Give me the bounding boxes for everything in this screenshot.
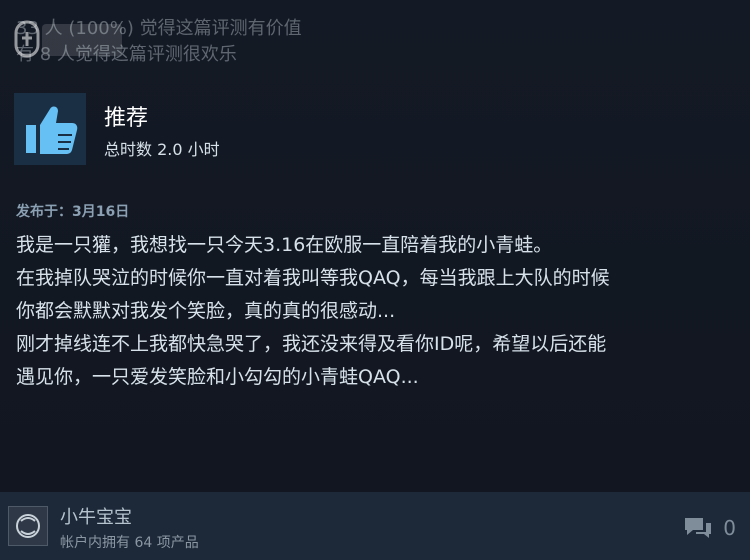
review-line: 刚才掉线连不上我都快急哭了，我还没来得及看你ID呢，希望以后还能 — [16, 333, 607, 355]
speech-bubble-icon — [685, 518, 712, 538]
review-line: 你都会默默对我发个笑脸，真的真的很感动... — [16, 300, 396, 322]
comment-count: 0 — [723, 516, 736, 540]
review-card: 33 人 (100%) 觉得这篇评测有价值 有 8 人觉得这篇评测很欢乐 推荐 … — [0, 0, 750, 492]
author-name[interactable]: 小牛宝宝 — [60, 506, 132, 530]
thumbs-up-icon — [14, 93, 86, 165]
watermark-logo — [14, 20, 122, 58]
author-bar: 小牛宝宝 帐户内拥有 64 项产品 0 — [0, 492, 750, 560]
review-body: 我是一只獾，我想找一只今天3.16在欧服一直陪着我的小青蛙。 在我掉队哭泣的时候… — [16, 229, 736, 394]
review-line: 我是一只獾，我想找一只今天3.16在欧服一直陪着我的小青蛙。 — [16, 234, 553, 256]
review-header[interactable]: 推荐 总时数 2.0 小时 — [14, 93, 734, 165]
review-line: 遇见你，一只爱发笑脸和小勾勾的小青蛙QAQ... — [16, 366, 419, 388]
posted-date: 发布于：3月16日 — [16, 204, 130, 220]
avatar[interactable] — [8, 506, 48, 546]
comments-button[interactable]: 0 — [683, 514, 736, 542]
author-product-count: 帐户内拥有 64 项产品 — [60, 535, 199, 551]
review-line: 在我掉队哭泣的时候你一直对着我叫等我QAQ，每当我跟上大队的时候 — [16, 267, 610, 289]
review-verdict: 推荐 — [104, 106, 149, 131]
playtime-hours: 总时数 2.0 小时 — [104, 140, 220, 159]
